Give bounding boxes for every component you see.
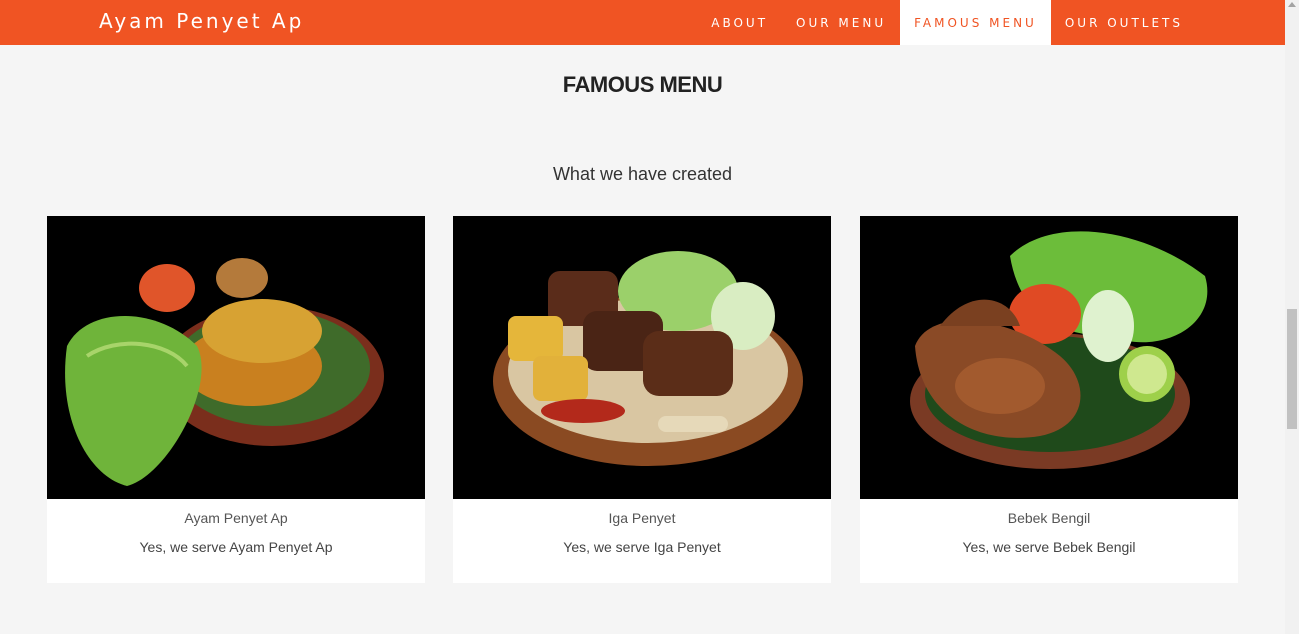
page: Ayam Penyet Ap ABOUT OUR MENU FAMOUS MEN…: [0, 0, 1299, 634]
card-description: Yes, we serve Ayam Penyet Ap: [139, 539, 333, 555]
card-title: Bebek Bengil: [1007, 510, 1091, 526]
nav-famous-menu[interactable]: FAMOUS MENU: [900, 0, 1051, 45]
crispy-duck-plate-image: [860, 216, 1238, 499]
top-navbar: Ayam Penyet Ap ABOUT OUR MENU FAMOUS MEN…: [0, 0, 1285, 45]
page-scrollbar[interactable]: [1285, 0, 1299, 634]
beef-ribs-plate-image: [453, 216, 831, 499]
card-description: Yes, we serve Bebek Bengil: [962, 539, 1136, 555]
scrollbar-thumb[interactable]: [1287, 309, 1297, 429]
nav-our-outlets[interactable]: OUR OUTLETS: [1051, 0, 1197, 45]
menu-card-bebek-bengil[interactable]: Bebek Bengil Yes, we serve Bebek Bengil: [860, 216, 1238, 583]
menu-card-iga-penyet[interactable]: Iga Penyet Yes, we serve Iga Penyet: [453, 216, 831, 583]
scroll-up-arrow-icon[interactable]: [1288, 2, 1296, 7]
section-subtitle: What we have created: [552, 164, 733, 184]
card-title: Iga Penyet: [608, 510, 676, 526]
card-title: Ayam Penyet Ap: [184, 510, 288, 526]
section-title: FAMOUS MENU: [562, 72, 723, 97]
nav-our-menu[interactable]: OUR MENU: [782, 0, 900, 45]
fried-chicken-plate-image: [47, 216, 425, 499]
card-description: Yes, we serve Iga Penyet: [563, 539, 721, 555]
menu-card-ayam-penyet[interactable]: Ayam Penyet Ap Yes, we serve Ayam Penyet…: [47, 216, 425, 583]
main-nav: ABOUT OUR MENU FAMOUS MENU OUR OUTLETS: [697, 0, 1197, 45]
nav-about[interactable]: ABOUT: [697, 0, 782, 45]
brand-logo-text[interactable]: Ayam Penyet Ap: [99, 0, 304, 45]
